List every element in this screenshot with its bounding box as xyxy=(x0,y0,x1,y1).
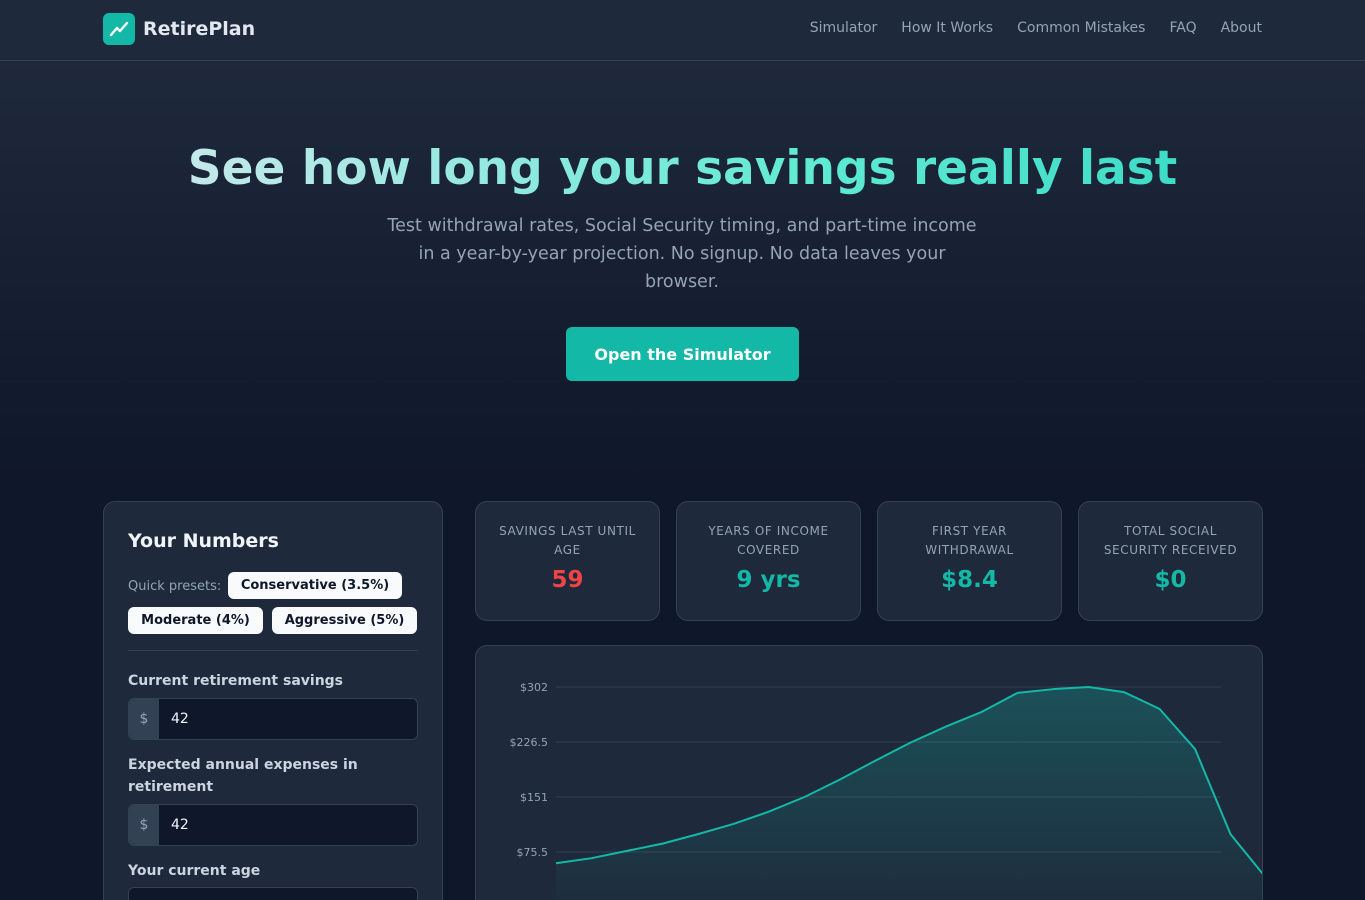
y-tick-label: $75.5 xyxy=(517,846,549,859)
dollar-prefix: $ xyxy=(129,699,159,739)
current-savings-field: $ xyxy=(128,698,418,740)
nav-link-simulator[interactable]: Simulator xyxy=(810,20,878,36)
hero-section: See how long your savings really last Te… xyxy=(0,61,1365,481)
savings-area xyxy=(556,687,1262,900)
brand[interactable]: RetirePlan xyxy=(103,13,255,45)
hero-title: See how long your savings really last xyxy=(0,141,1365,196)
top-navigation-bar: RetirePlan Simulator How It Works Common… xyxy=(0,0,1365,61)
current-savings-label: Current retirement savings xyxy=(128,673,344,689)
preset-moderate-button[interactable]: Moderate (4%) xyxy=(128,607,263,634)
nav-link-about[interactable]: About xyxy=(1221,20,1262,36)
annual-expenses-input[interactable] xyxy=(159,805,417,845)
dollar-prefix: $ xyxy=(129,805,159,845)
stat-card-first-withdrawal: First year withdrawal $8.4 xyxy=(877,501,1062,621)
hero-subtitle: Test withdrawal rates, Social Security t… xyxy=(387,216,977,292)
stat-label: First year withdrawal xyxy=(925,524,1014,557)
y-tick-label: $302 xyxy=(520,681,548,694)
main-nav: Simulator How It Works Common Mistakes F… xyxy=(810,20,1262,36)
divider xyxy=(128,650,418,651)
stat-card-years-covered: Years of income covered 9 yrs xyxy=(676,501,861,621)
savings-projection-chart: $302 $226.5 $151 $75.5 xyxy=(475,645,1263,900)
current-savings-input[interactable] xyxy=(159,699,417,739)
y-tick-label: $226.5 xyxy=(510,736,549,749)
stat-label: Savings last until age xyxy=(499,524,636,557)
stat-value: 9 yrs xyxy=(736,567,801,593)
stat-value: $0 xyxy=(1154,567,1187,593)
preset-conservative-button[interactable]: Conservative (3.5%) xyxy=(228,572,402,599)
stat-card-savings-last: Savings last until age 59 xyxy=(475,501,660,621)
current-age-field xyxy=(128,887,418,900)
panel-title: Your Numbers xyxy=(128,530,279,552)
preset-aggressive-button[interactable]: Aggressive (5%) xyxy=(272,607,417,634)
stat-value: 59 xyxy=(551,567,584,593)
nav-link-how-it-works[interactable]: How It Works xyxy=(901,20,993,36)
your-numbers-panel: Your Numbers Quick presets: Conservative… xyxy=(103,501,443,900)
brand-name: RetirePlan xyxy=(143,18,256,40)
stat-card-social-security: Total Social Security received $0 xyxy=(1078,501,1263,621)
stat-label: Total Social Security received xyxy=(1103,524,1238,557)
annual-expenses-field: $ xyxy=(128,804,418,846)
current-age-label: Your current age xyxy=(128,863,261,879)
stat-value: $8.4 xyxy=(941,567,998,593)
trend-line-icon xyxy=(103,13,135,45)
y-tick-label: $151 xyxy=(520,791,548,804)
nav-link-common-mistakes[interactable]: Common Mistakes xyxy=(1017,20,1145,36)
stat-label: Years of income covered xyxy=(708,524,829,557)
presets-label: Quick presets: xyxy=(128,579,222,594)
chart-canvas: $302 $226.5 $151 $75.5 xyxy=(510,681,1262,900)
open-simulator-button[interactable]: Open the Simulator xyxy=(566,327,799,381)
annual-expenses-label: Expected annual expenses in retirement xyxy=(128,757,358,795)
current-age-input[interactable] xyxy=(129,888,417,900)
nav-link-faq[interactable]: FAQ xyxy=(1169,20,1196,36)
